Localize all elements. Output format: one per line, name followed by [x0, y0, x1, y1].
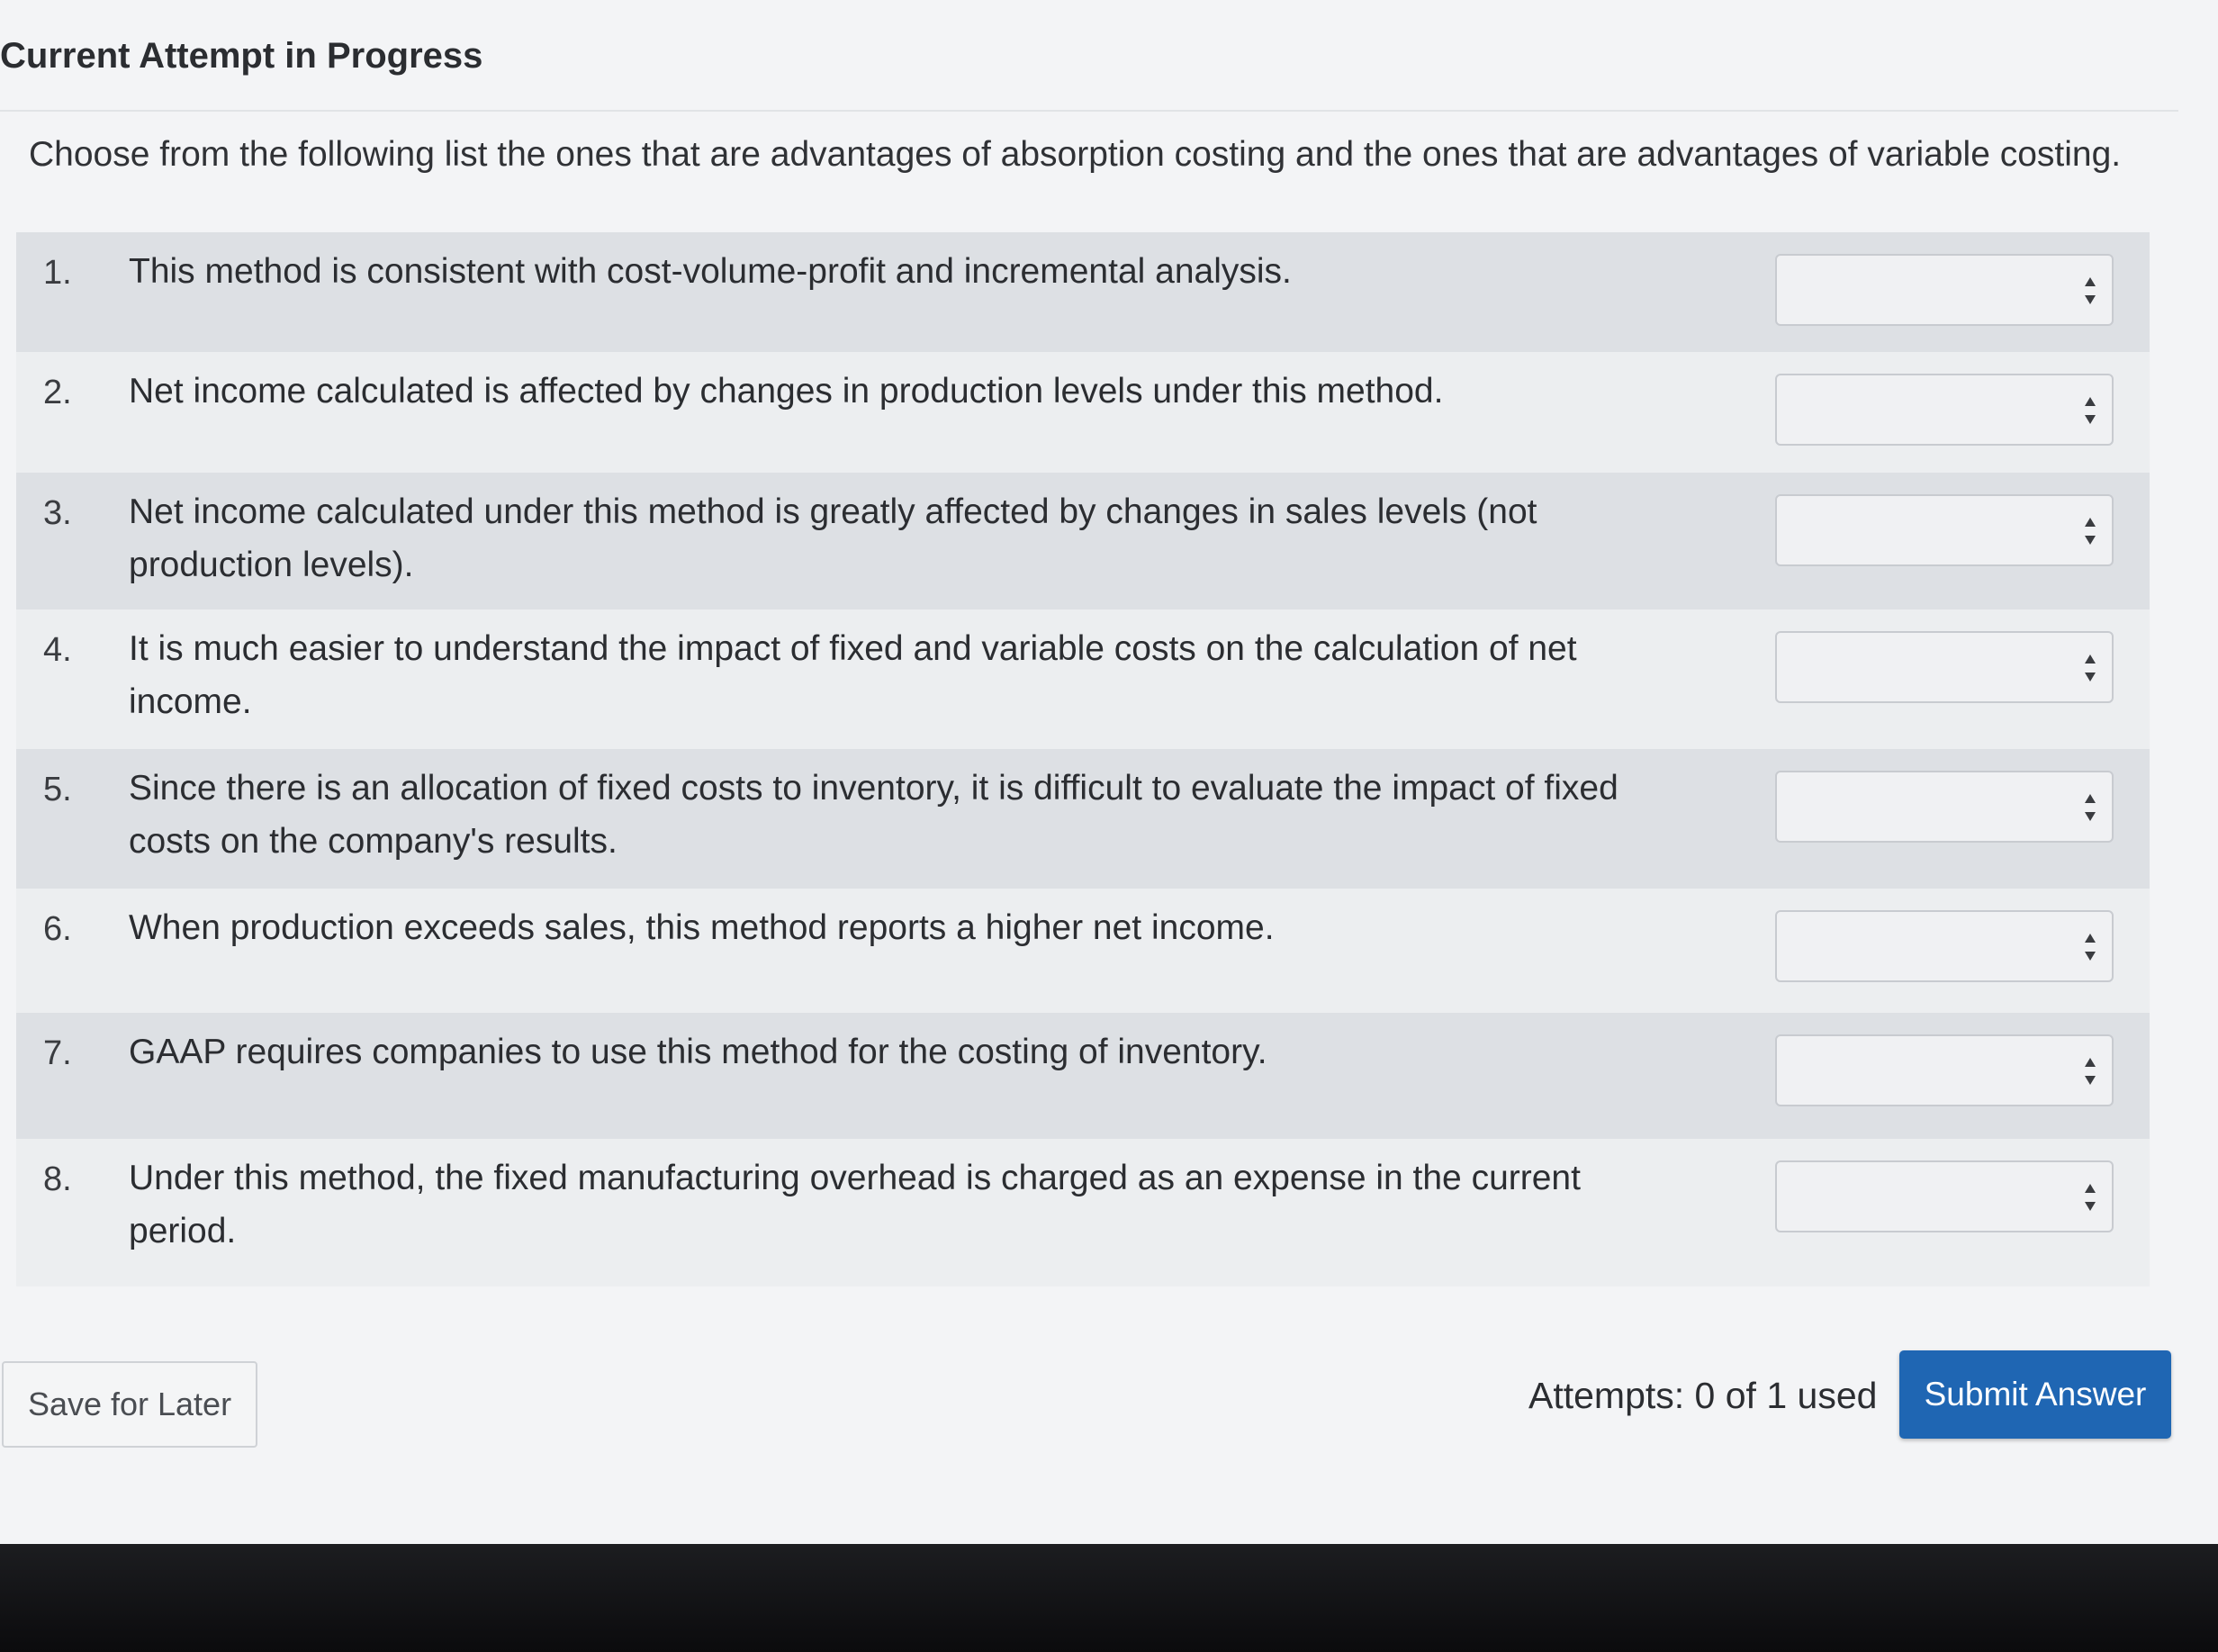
page-title: Current Attempt in Progress	[0, 36, 483, 76]
question-text: GAAP requires companies to use this meth…	[129, 1033, 1267, 1071]
select-arrows-icon	[2085, 397, 2096, 424]
question-text: Net income calculated is affected by cha…	[129, 372, 1444, 411]
question-number: 8.	[43, 1160, 72, 1198]
costing-method-select[interactable]	[1775, 254, 2114, 326]
question-row: 2. Net income calculated is affected by …	[16, 352, 2150, 473]
question-number: 1.	[43, 254, 72, 292]
question-number: 7.	[43, 1034, 72, 1072]
question-row: 6. When production exceeds sales, this m…	[16, 889, 2150, 1013]
select-arrows-icon	[2085, 934, 2096, 961]
page-header: Current Attempt in Progress	[0, 0, 2178, 112]
question-row: 3. Net income calculated under this meth…	[16, 473, 2150, 609]
question-list: 1. This method is consistent with cost-v…	[16, 232, 2150, 1286]
question-number: 6.	[43, 910, 72, 948]
costing-method-select[interactable]	[1775, 631, 2114, 703]
costing-method-select[interactable]	[1775, 374, 2114, 446]
submit-answer-button[interactable]: Submit Answer	[1899, 1350, 2171, 1439]
question-number: 3.	[43, 494, 72, 532]
question-row: 5. Since there is an allocation of fixed…	[16, 749, 2150, 889]
costing-method-select[interactable]	[1775, 910, 2114, 982]
select-arrows-icon	[2085, 794, 2096, 821]
question-row: 8. Under this method, the fixed manufact…	[16, 1139, 2150, 1286]
select-arrows-icon	[2085, 654, 2096, 682]
assessment-page: Current Attempt in Progress Choose from …	[0, 0, 2218, 1544]
costing-method-select[interactable]	[1775, 494, 2114, 566]
save-for-later-button[interactable]: Save for Later	[2, 1361, 257, 1448]
question-row: 7. GAAP requires companies to use this m…	[16, 1013, 2150, 1139]
screen-bezel	[0, 1544, 2218, 1652]
question-text: It is much easier to understand the impa…	[129, 629, 1577, 721]
select-arrows-icon	[2085, 1184, 2096, 1211]
costing-method-select[interactable]	[1775, 1160, 2114, 1232]
select-arrows-icon	[2085, 518, 2096, 545]
question-number: 4.	[43, 631, 72, 669]
question-number: 5.	[43, 771, 72, 808]
question-text: Since there is an allocation of fixed co…	[129, 769, 1618, 861]
question-text: This method is consistent with cost-volu…	[129, 252, 1292, 291]
question-number: 2.	[43, 374, 72, 411]
select-arrows-icon	[2085, 1058, 2096, 1085]
select-arrows-icon	[2085, 277, 2096, 304]
question-row: 4. It is much easier to understand the i…	[16, 609, 2150, 749]
question-text: Under this method, the fixed manufacturi…	[129, 1159, 1581, 1250]
costing-method-select[interactable]	[1775, 771, 2114, 843]
question-text: Net income calculated under this method …	[129, 492, 1537, 584]
costing-method-select[interactable]	[1775, 1034, 2114, 1106]
question-row: 1. This method is consistent with cost-v…	[16, 232, 2150, 352]
question-text: When production exceeds sales, this meth…	[129, 908, 1275, 947]
attempts-counter: Attempts: 0 of 1 used	[1528, 1375, 1878, 1416]
question-instructions: Choose from the following list the ones …	[29, 135, 2122, 174]
